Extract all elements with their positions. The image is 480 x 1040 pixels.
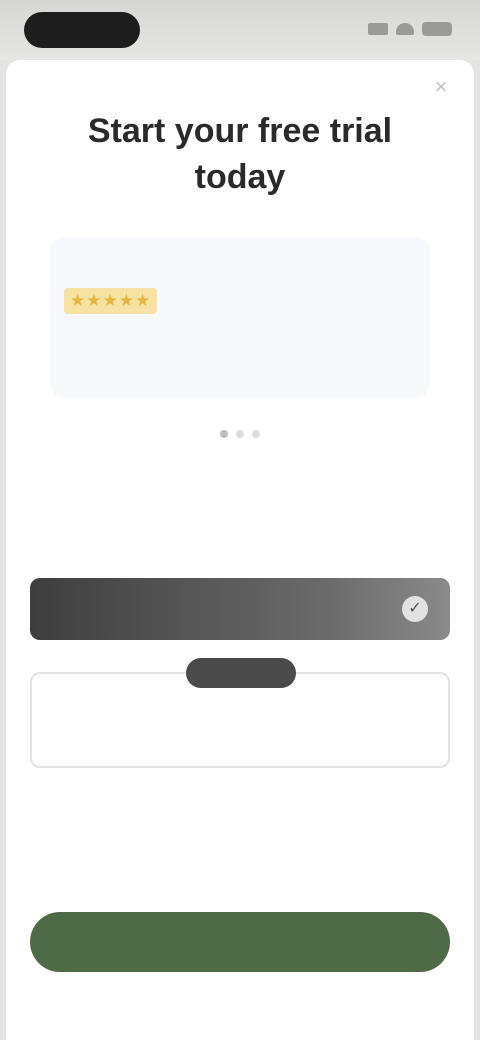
plan-option-yearly[interactable]: ✓ [30, 578, 450, 640]
status-bar [0, 0, 480, 60]
status-icons [362, 18, 452, 40]
plan-badge [186, 658, 296, 688]
status-time [24, 12, 140, 48]
battery-icon [422, 22, 452, 36]
close-icon[interactable]: × [430, 76, 452, 98]
pager-dot-1[interactable] [220, 430, 228, 438]
start-trial-button[interactable] [30, 912, 450, 972]
plan-option-monthly[interactable] [30, 658, 450, 768]
review-card[interactable]: ★★★★★ [50, 238, 430, 398]
pager-dot-2[interactable] [236, 430, 244, 438]
check-icon: ✓ [402, 596, 428, 622]
signal-icon [368, 23, 388, 35]
pager-dot-3[interactable] [252, 430, 260, 438]
page-title: Start your free trial today [87, 112, 393, 196]
paywall-sheet: × Start your free trial today ★★★★★ ✓ [6, 60, 474, 1040]
star-rating: ★★★★★ [64, 288, 158, 314]
carousel-pager [6, 430, 474, 438]
wifi-icon [396, 23, 414, 35]
